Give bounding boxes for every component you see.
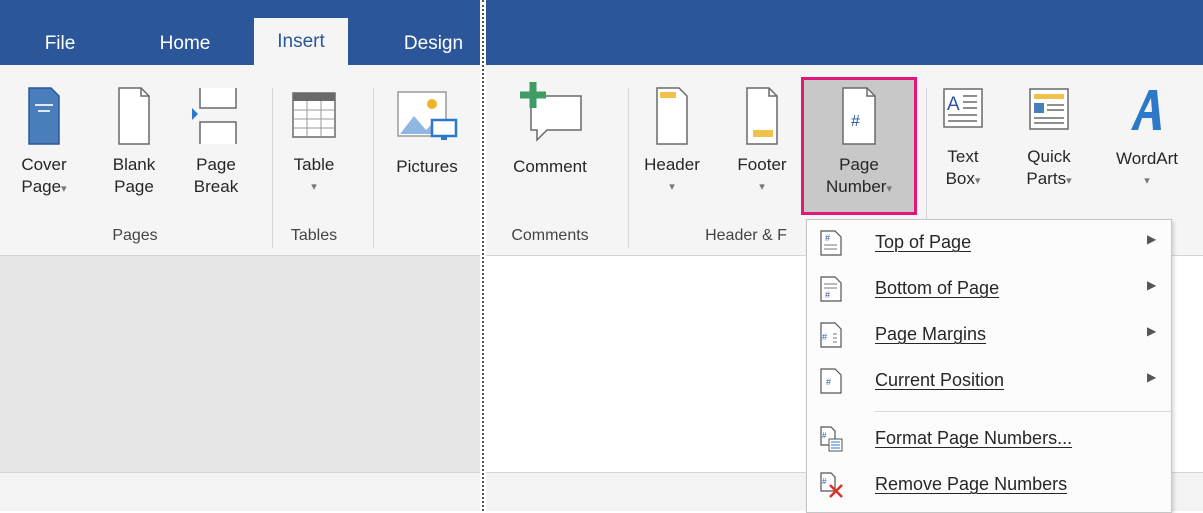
quick-parts-button[interactable]: Quick Parts▾ bbox=[1014, 86, 1084, 192]
menu-item-remove-page-numbers[interactable]: # Remove Page Numbers bbox=[807, 462, 1171, 508]
menu-item-label: Top of Page bbox=[875, 232, 972, 252]
footer-button[interactable]: Footer ▾ bbox=[728, 86, 796, 198]
submenu-arrow-icon: ▶ bbox=[1147, 232, 1157, 246]
blank-page-label-2: Page bbox=[114, 177, 154, 196]
cover-page-button[interactable]: Cover Page▾ bbox=[14, 86, 74, 200]
svg-text:#: # bbox=[822, 477, 827, 486]
header-icon bbox=[656, 87, 688, 145]
group-label-header-footer: Header & F bbox=[705, 227, 787, 244]
page-break-label-1: Page bbox=[196, 155, 236, 174]
quick-parts-icon bbox=[1029, 88, 1069, 130]
left-ribbon-panel: File Home Insert Design Cover Page▾ Blan… bbox=[0, 0, 480, 511]
submenu-arrow-icon: ▶ bbox=[1147, 278, 1157, 292]
group-separator bbox=[272, 88, 273, 248]
wordart-icon bbox=[1131, 90, 1161, 130]
comment-label: Comment bbox=[513, 157, 587, 176]
comment-button[interactable]: Comment bbox=[500, 82, 600, 178]
header-button[interactable]: Header ▾ bbox=[638, 86, 706, 198]
quick-parts-label-2: Parts▾ bbox=[1026, 169, 1072, 188]
submenu-arrow-icon: ▶ bbox=[1147, 324, 1157, 338]
page-number-menu: # Top of Page ▶ # Bottom of Page ▶ # Pag… bbox=[806, 219, 1172, 513]
table-caret: ▾ bbox=[311, 181, 317, 193]
group-separator bbox=[628, 88, 629, 248]
pictures-label: Pictures bbox=[396, 157, 458, 176]
page-break-icon bbox=[192, 88, 237, 144]
footer-caret: ▾ bbox=[759, 181, 765, 193]
page-number-label-2: Number▾ bbox=[826, 177, 892, 196]
text-box-icon: A bbox=[943, 88, 983, 128]
wordart-label: WordArt bbox=[1115, 149, 1179, 168]
group-label-tables: Tables bbox=[290, 227, 338, 244]
menu-item-label: Bottom of Page bbox=[875, 278, 1000, 298]
current-position-icon: # bbox=[820, 368, 842, 394]
comment-icon bbox=[520, 82, 582, 142]
cover-page-label-2: Page▾ bbox=[21, 177, 67, 196]
footer-icon bbox=[746, 87, 778, 145]
submenu-arrow-icon: ▶ bbox=[1147, 370, 1157, 384]
menu-item-label: Remove Page Numbers bbox=[875, 474, 1068, 494]
menu-item-label: Page Margins bbox=[875, 324, 987, 344]
text-box-label-2: Box▾ bbox=[945, 169, 981, 188]
menu-item-label: Current Position bbox=[875, 370, 1005, 390]
pictures-button[interactable]: Pictures bbox=[386, 86, 468, 178]
status-bar bbox=[0, 472, 480, 511]
wordart-button[interactable]: WordArt ▾ bbox=[1104, 86, 1190, 192]
tab-bar: File Home Insert Design bbox=[0, 0, 480, 65]
page-number-button[interactable]: # Page Number▾ bbox=[801, 77, 917, 215]
menu-item-format-page-numbers[interactable]: # Format Page Numbers... bbox=[807, 416, 1171, 462]
cover-page-label-1: Cover bbox=[21, 155, 67, 174]
group-label-comments: Comments bbox=[511, 227, 589, 244]
blank-page-button[interactable]: Blank Page bbox=[106, 86, 162, 198]
footer-label: Footer bbox=[737, 155, 787, 174]
top-of-page-icon: # bbox=[820, 230, 842, 256]
remove-page-numbers-icon: # bbox=[820, 472, 843, 498]
quick-parts-label-1: Quick bbox=[1027, 147, 1071, 166]
blank-page-label-1: Blank bbox=[112, 155, 156, 174]
menu-item-current-position[interactable]: # Current Position ▶ bbox=[807, 358, 1171, 404]
svg-text:#: # bbox=[822, 332, 827, 342]
svg-text:#: # bbox=[826, 377, 831, 387]
menu-item-page-margins[interactable]: # Page Margins ▶ bbox=[807, 312, 1171, 358]
format-page-numbers-icon: # bbox=[820, 426, 843, 452]
svg-text:#: # bbox=[822, 431, 827, 440]
menu-item-label: Format Page Numbers... bbox=[875, 428, 1073, 448]
tab-insert[interactable]: Insert bbox=[254, 18, 348, 65]
tab-file[interactable]: File bbox=[25, 22, 95, 65]
tab-design[interactable]: Design bbox=[387, 22, 480, 65]
svg-text:#: # bbox=[825, 233, 830, 243]
cover-page-icon bbox=[28, 87, 60, 145]
header-caret: ▾ bbox=[669, 181, 675, 193]
text-box-label-1: Text bbox=[947, 147, 979, 166]
blank-page-icon bbox=[118, 87, 150, 145]
header-label: Header bbox=[644, 155, 700, 174]
menu-item-top-of-page[interactable]: # Top of Page ▶ bbox=[807, 220, 1171, 266]
menu-separator bbox=[875, 411, 1171, 412]
group-separator bbox=[373, 88, 374, 248]
table-icon bbox=[292, 92, 336, 138]
svg-text:#: # bbox=[825, 290, 830, 300]
page-break-label-2: Break bbox=[193, 177, 239, 196]
svg-text:#: # bbox=[851, 113, 860, 130]
page-number-icon: # bbox=[842, 87, 876, 145]
page-break-button[interactable]: Page Break bbox=[186, 86, 246, 198]
table-label: Table bbox=[293, 155, 335, 174]
menu-item-bottom-of-page[interactable]: # Bottom of Page ▶ bbox=[807, 266, 1171, 312]
tab-bar-right bbox=[486, 0, 1203, 65]
pictures-icon bbox=[397, 91, 458, 140]
text-box-button[interactable]: A Text Box▾ bbox=[932, 86, 994, 192]
wordart-caret: ▾ bbox=[1144, 175, 1150, 187]
tab-home[interactable]: Home bbox=[145, 22, 225, 65]
page-number-label-1: Page bbox=[839, 155, 879, 174]
page-margins-icon: # bbox=[820, 322, 842, 348]
group-label-pages: Pages bbox=[112, 227, 158, 244]
bottom-of-page-icon: # bbox=[820, 276, 842, 302]
table-button[interactable]: Table ▾ bbox=[282, 86, 346, 198]
svg-text:A: A bbox=[947, 94, 960, 115]
document-area bbox=[0, 256, 480, 472]
